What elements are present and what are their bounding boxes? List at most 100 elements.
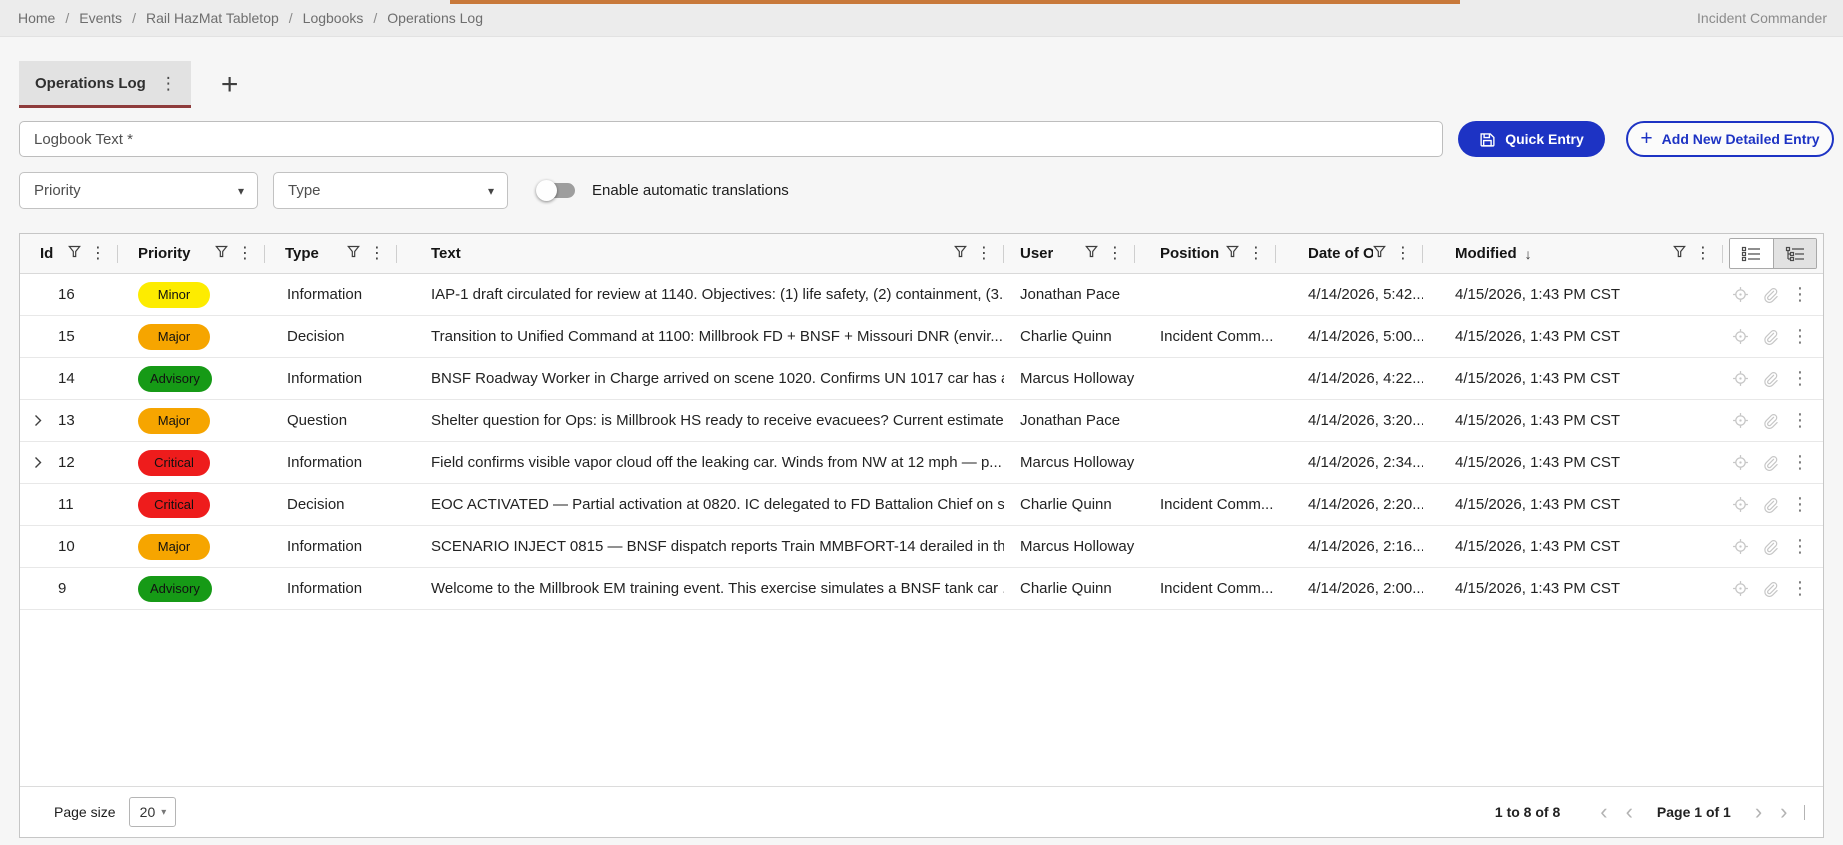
geolocate-icon[interactable]: [1732, 496, 1749, 513]
column-menu-icon[interactable]: ⋮: [1395, 245, 1411, 262]
column-menu-icon[interactable]: ⋮: [90, 245, 106, 262]
cell-date-of-occurrence: 4/14/2026, 5:00...: [1308, 328, 1423, 345]
breadcrumb-item[interactable]: Operations Log: [387, 10, 483, 26]
cell-position: Incident Comm...: [1160, 328, 1274, 345]
geolocate-icon[interactable]: [1732, 286, 1749, 303]
filter-funnel-icon[interactable]: [215, 245, 228, 263]
column-header-modified[interactable]: Modified ↓ ⋮: [1423, 234, 1723, 273]
geolocate-icon[interactable]: [1732, 412, 1749, 429]
cell-user: Charlie Quinn: [1020, 580, 1112, 597]
logbook-text-input[interactable]: [19, 121, 1443, 157]
tab-operations-log[interactable]: Operations Log ⋮: [19, 61, 191, 108]
column-header-position[interactable]: Position ⋮: [1135, 234, 1276, 273]
table-body: 16 Minor Information IAP-1 draft circula…: [20, 274, 1823, 610]
add-detailed-entry-button[interactable]: + Add New Detailed Entry: [1626, 121, 1834, 157]
column-menu-icon[interactable]: ⋮: [1107, 245, 1123, 262]
filter-funnel-icon[interactable]: [68, 245, 81, 263]
attachment-paperclip-icon[interactable]: [1762, 329, 1778, 345]
translations-toggle[interactable]: [536, 180, 575, 201]
table-row[interactable]: 15 Major Decision Transition to Unified …: [20, 316, 1823, 358]
breadcrumb-item[interactable]: Home: [18, 10, 55, 26]
table-row[interactable]: 14 Advisory Information BNSF Roadway Wor…: [20, 358, 1823, 400]
column-header-priority[interactable]: Priority ⋮: [118, 234, 265, 273]
column-header-text[interactable]: Text ⋮: [397, 234, 1004, 273]
list-view-button[interactable]: [1730, 239, 1773, 268]
priority-badge: Major: [138, 407, 210, 434]
expand-chevron-icon[interactable]: [28, 456, 48, 469]
attachment-paperclip-icon[interactable]: [1762, 497, 1778, 513]
next-page-button[interactable]: ›: [1753, 801, 1764, 823]
row-menu-icon[interactable]: ⋮: [1791, 578, 1809, 599]
quick-entry-button[interactable]: Quick Entry: [1458, 121, 1605, 157]
breadcrumb-item[interactable]: Events: [79, 10, 122, 26]
table-row[interactable]: 9 Advisory Information Welcome to the Mi…: [20, 568, 1823, 610]
cell-modified: 4/15/2026, 1:43 PM CST: [1455, 286, 1621, 303]
attachment-paperclip-icon[interactable]: [1762, 287, 1778, 303]
row-menu-icon[interactable]: ⋮: [1791, 494, 1809, 515]
column-header-date-of-o[interactable]: Date of O... ⋮: [1276, 234, 1423, 273]
column-menu-icon[interactable]: ⋮: [1695, 245, 1711, 262]
cell-text: EOC ACTIVATED — Partial activation at 08…: [431, 496, 1004, 513]
column-menu-icon[interactable]: ⋮: [369, 245, 385, 262]
tab-menu-icon[interactable]: ⋮: [160, 75, 177, 92]
row-menu-icon[interactable]: ⋮: [1791, 452, 1809, 473]
expand-chevron-icon[interactable]: [28, 414, 48, 427]
cell-text: IAP-1 draft circulated for review at 114…: [431, 286, 1004, 303]
pagination: 1 to 8 of 8 ‹ ‹ Page 1 of 1 › ›: [1495, 801, 1805, 823]
filter-funnel-icon[interactable]: [1226, 245, 1239, 263]
page-size-select[interactable]: 20 ▾: [129, 797, 177, 827]
row-menu-icon[interactable]: ⋮: [1791, 536, 1809, 557]
first-page-button[interactable]: ‹: [1598, 801, 1609, 823]
attachment-paperclip-icon[interactable]: [1762, 455, 1778, 471]
tree-view-button[interactable]: [1773, 239, 1816, 268]
column-menu-icon[interactable]: ⋮: [1248, 245, 1264, 262]
breadcrumb-item[interactable]: Rail HazMat Tabletop: [146, 10, 279, 26]
priority-select[interactable]: Priority ▾: [19, 172, 258, 209]
filter-funnel-icon[interactable]: [1085, 245, 1098, 263]
priority-badge: Critical: [138, 449, 210, 476]
table-row[interactable]: 12 Critical Information Field confirms v…: [20, 442, 1823, 484]
attachment-paperclip-icon[interactable]: [1762, 413, 1778, 429]
filter-funnel-icon[interactable]: [1373, 245, 1386, 263]
geolocate-icon[interactable]: [1732, 454, 1749, 471]
table-row[interactable]: 10 Major Information SCENARIO INJECT 081…: [20, 526, 1823, 568]
cell-type: Information: [287, 580, 363, 597]
geolocate-icon[interactable]: [1732, 370, 1749, 387]
attachment-paperclip-icon[interactable]: [1762, 539, 1778, 555]
cell-date-of-occurrence: 4/14/2026, 4:22...: [1308, 370, 1423, 387]
attachment-paperclip-icon[interactable]: [1762, 581, 1778, 597]
row-menu-icon[interactable]: ⋮: [1791, 284, 1809, 305]
table-row[interactable]: 13 Major Question Shelter question for O…: [20, 400, 1823, 442]
attachment-paperclip-icon[interactable]: [1762, 371, 1778, 387]
role-label: Incident Commander: [1697, 10, 1827, 26]
add-tab-button[interactable]: +: [217, 69, 243, 100]
priority-badge: Major: [138, 323, 210, 350]
table-row[interactable]: 11 Critical Decision EOC ACTIVATED — Par…: [20, 484, 1823, 526]
filter-funnel-icon[interactable]: [347, 245, 360, 263]
type-select[interactable]: Type ▾: [273, 172, 508, 209]
view-toggle: [1729, 238, 1817, 269]
geolocate-icon[interactable]: [1732, 538, 1749, 555]
row-menu-icon[interactable]: ⋮: [1791, 368, 1809, 389]
last-page-button[interactable]: ›: [1778, 801, 1789, 823]
column-header-label: Date of O...: [1308, 245, 1373, 262]
table-row[interactable]: 16 Minor Information IAP-1 draft circula…: [20, 274, 1823, 316]
column-header-user[interactable]: User ⋮: [1004, 234, 1135, 273]
filter-funnel-icon[interactable]: [954, 245, 967, 263]
cell-user: Charlie Quinn: [1020, 496, 1112, 513]
prev-page-button[interactable]: ‹: [1624, 801, 1635, 823]
cell-modified: 4/15/2026, 1:43 PM CST: [1455, 580, 1621, 597]
geolocate-icon[interactable]: [1732, 580, 1749, 597]
row-menu-icon[interactable]: ⋮: [1791, 410, 1809, 431]
geolocate-icon[interactable]: [1732, 328, 1749, 345]
priority-badge: Minor: [138, 281, 210, 308]
column-menu-icon[interactable]: ⋮: [237, 245, 253, 262]
column-header-id[interactable]: Id ⋮: [20, 234, 118, 273]
breadcrumb-item[interactable]: Logbooks: [303, 10, 364, 26]
tab-label: Operations Log: [35, 74, 146, 92]
column-header-type[interactable]: Type ⋮: [265, 234, 397, 273]
column-menu-icon[interactable]: ⋮: [976, 245, 992, 262]
filter-funnel-icon[interactable]: [1673, 245, 1686, 263]
cell-text: Transition to Unified Command at 1100: M…: [431, 328, 1003, 345]
row-menu-icon[interactable]: ⋮: [1791, 326, 1809, 347]
